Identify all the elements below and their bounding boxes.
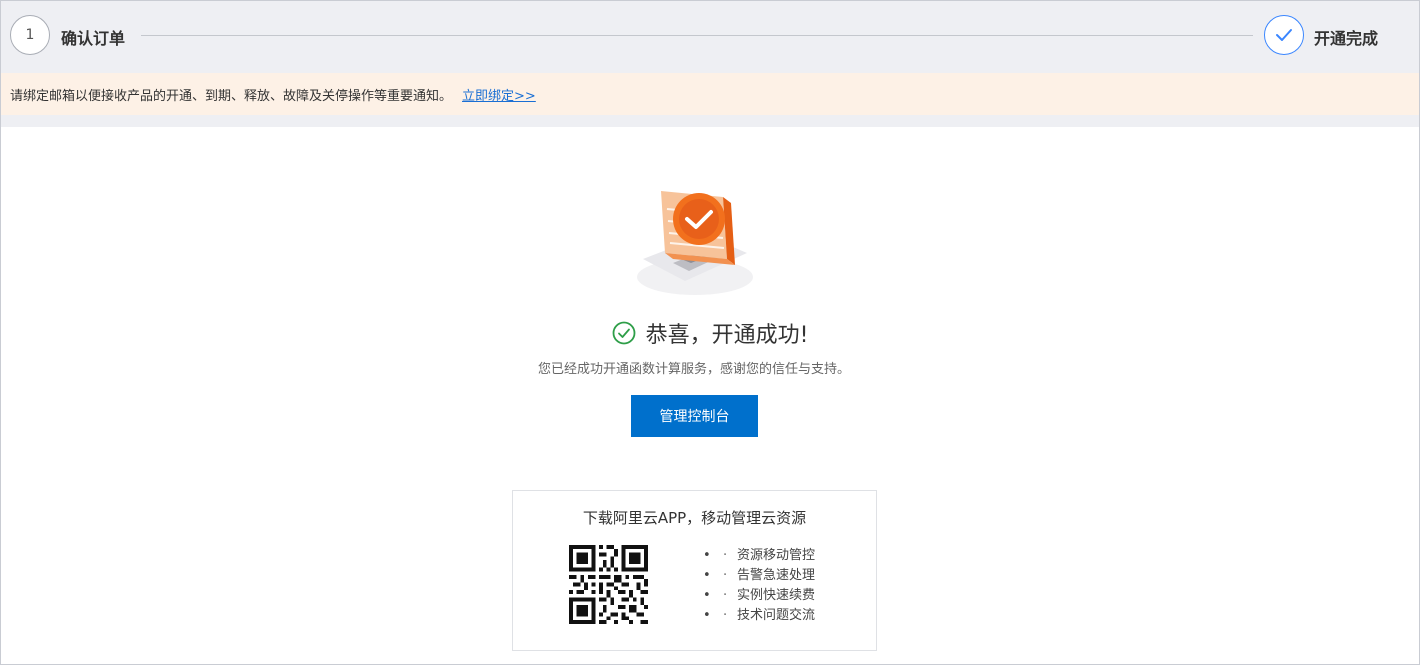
success-subtitle: 您已经成功开通函数计算服务，感谢您的信任与支持。: [537, 362, 850, 377]
notice-spacer: [1, 115, 1419, 127]
step-1-number: 1: [25, 27, 35, 43]
success-title-text: 恭喜，开通成功!: [645, 323, 809, 348]
feature-text: 技术问题交流: [737, 608, 816, 623]
email-bind-notice: 请绑定邮箱以便接收产品的开通、到期、释放、故障及关停操作等重要通知。 立即绑定>…: [1, 73, 1419, 115]
qr-code-icon: [569, 545, 648, 624]
list-item: • · 技术问题交流: [703, 608, 816, 623]
feature-text: 实例快速续费: [737, 588, 816, 603]
step-1-label: 确认订单: [61, 29, 126, 48]
feature-text: 告警急速处理: [737, 568, 816, 583]
list-item: • · 告警急速处理: [703, 568, 816, 583]
management-console-button[interactable]: 管理控制台: [631, 395, 758, 437]
app-download-title: 下载阿里云APP，移动管理云资源: [582, 509, 807, 527]
monitor-illustration-icon: [637, 191, 753, 295]
app-download-box: 下载阿里云APP，移动管理云资源 • · 资源移动管控 • · 告警急速处理 •…: [512, 490, 877, 651]
bind-now-link[interactable]: 立即绑定>>: [462, 85, 536, 104]
page-frame: 1 确认订单 开通完成 请绑定邮箱以便接收产品的开通、到期、释放、故障及关停操作…: [0, 0, 1420, 665]
checkmark-icon: [1276, 29, 1292, 41]
list-item: • · 资源移动管控: [703, 548, 816, 563]
list-item: • · 实例快速续费: [703, 588, 816, 603]
success-illustration: [631, 181, 761, 301]
app-feature-list: • · 资源移动管控 • · 告警急速处理 • · 实例快速续费 • · 技术问题交流: [703, 546, 815, 626]
step-2-label: 开通完成: [1314, 29, 1379, 48]
step-1-indicator: 1: [10, 15, 50, 55]
step-2-indicator: [1264, 15, 1304, 55]
steps-bar: 1 确认订单 开通完成: [1, 1, 1419, 73]
success-heading: 恭喜，开通成功!: [1, 317, 1419, 349]
feature-text: 资源移动管控: [737, 548, 816, 563]
notice-text: 请绑定邮箱以便接收产品的开通、到期、释放、故障及关停操作等重要通知。: [10, 88, 453, 104]
success-check-icon: [612, 321, 636, 345]
step-connector: [141, 35, 1253, 36]
